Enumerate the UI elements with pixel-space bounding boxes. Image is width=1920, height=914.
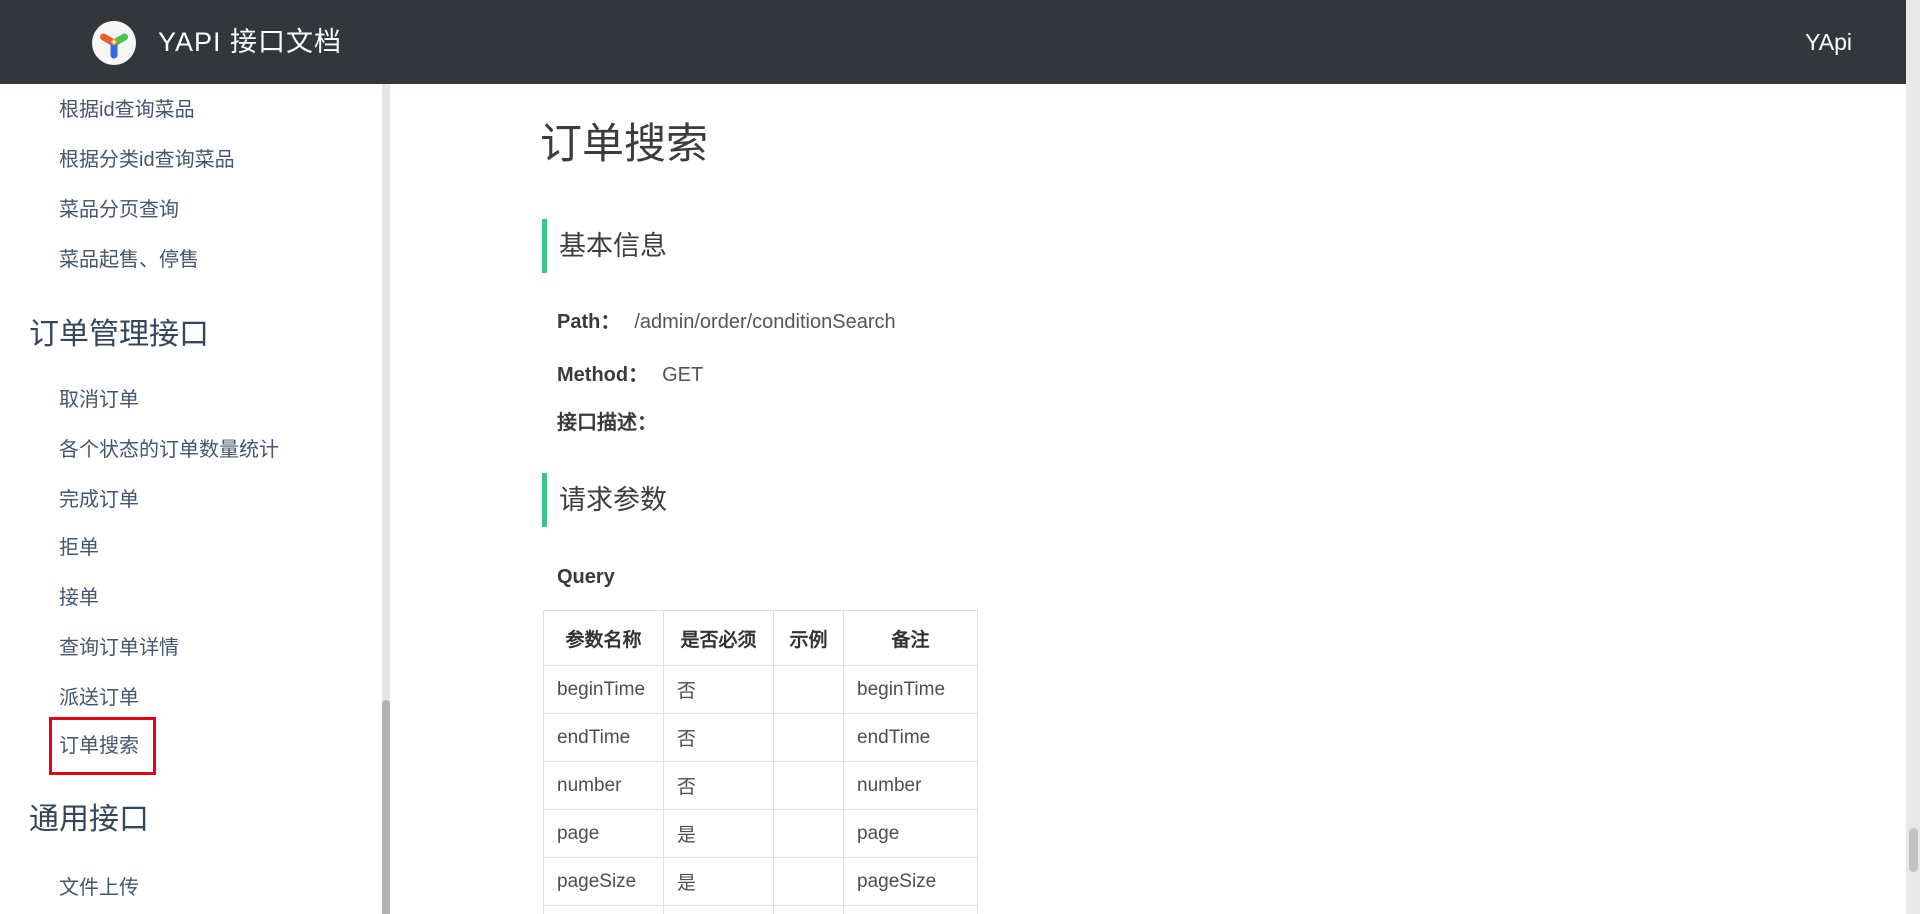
path-value: /admin/order/conditionSearch bbox=[634, 311, 895, 333]
yapi-logo-icon bbox=[92, 21, 136, 65]
window-scrollbar-track[interactable] bbox=[1906, 0, 1920, 914]
sidebar-item-reject-order[interactable]: 拒单 bbox=[59, 534, 99, 562]
cell-remark: endTime bbox=[844, 714, 978, 762]
query-params-table: 参数名称 是否必须 示例 备注 beginTime 否 beginTime en… bbox=[543, 610, 978, 914]
sidebar-item-cancel-order[interactable]: 取消订单 bbox=[59, 386, 139, 414]
cell-param-name: beginTime bbox=[544, 666, 664, 714]
page-title: 订单搜索 bbox=[540, 116, 708, 172]
sidebar-item-dish-start-stop-sale[interactable]: 菜品起售、停售 bbox=[59, 246, 199, 274]
sidebar-nav: 根据id查询菜品 根据分类id查询菜品 菜品分页查询 菜品起售、停售 订单管理接… bbox=[0, 84, 382, 914]
cell-example bbox=[774, 666, 844, 714]
window-scrollbar-thumb[interactable] bbox=[1909, 828, 1918, 872]
path-row: Path： /admin/order/conditionSearch bbox=[557, 309, 896, 335]
sidebar-item-query-dish-by-category[interactable]: 根据分类id查询菜品 bbox=[59, 146, 235, 174]
cell-param-name: endTime bbox=[544, 714, 664, 762]
cell-remark: number bbox=[844, 762, 978, 810]
cell-remark: page bbox=[844, 810, 978, 858]
selected-item-highlight-box bbox=[49, 717, 156, 775]
cell-required: 是 bbox=[664, 858, 774, 906]
table-row: number 否 number bbox=[544, 762, 978, 810]
cell-required: 否 bbox=[664, 762, 774, 810]
sidebar-item-order-status-count[interactable]: 各个状态的订单数量统计 bbox=[59, 436, 279, 464]
sidebar-item-complete-order[interactable]: 完成订单 bbox=[59, 486, 139, 514]
cell-param-name: pageSize bbox=[544, 858, 664, 906]
cell-example bbox=[774, 858, 844, 906]
cell-required: 是 bbox=[664, 810, 774, 858]
table-row: beginTime 否 beginTime bbox=[544, 666, 978, 714]
sidebar-group-order-management[interactable]: 订单管理接口 bbox=[29, 315, 209, 355]
sidebar-group-common[interactable]: 通用接口 bbox=[29, 800, 149, 840]
cell-example bbox=[774, 762, 844, 810]
sidebar-item-file-upload[interactable]: 文件上传 bbox=[59, 874, 139, 902]
table-row: pageSize 是 pageSize bbox=[544, 858, 978, 906]
table-row: page 是 page bbox=[544, 810, 978, 858]
query-label: Query bbox=[557, 564, 615, 590]
method-value: GET bbox=[662, 364, 703, 386]
path-label: Path： bbox=[557, 311, 620, 333]
sidebar-item-dish-page-query[interactable]: 菜品分页查询 bbox=[59, 196, 179, 224]
app-title: YAPI 接口文档 bbox=[158, 0, 342, 84]
section-heading-request-params: 请求参数 bbox=[542, 473, 667, 527]
method-label: Method： bbox=[557, 364, 648, 386]
section-heading-basic-info: 基本信息 bbox=[542, 219, 667, 273]
sidebar-item-query-dish-by-id[interactable]: 根据id查询菜品 bbox=[59, 96, 195, 124]
table-row: endTime 否 endTime bbox=[544, 714, 978, 762]
sidebar-item-deliver-order[interactable]: 派送订单 bbox=[59, 684, 139, 712]
col-header-required: 是否必须 bbox=[664, 611, 774, 666]
description-row: 接口描述： bbox=[557, 410, 657, 436]
app-header: YAPI 接口文档 YApi bbox=[0, 0, 1906, 84]
description-label: 接口描述： bbox=[557, 412, 657, 434]
cell-required: 否 bbox=[664, 666, 774, 714]
yapi-home-link[interactable]: YApi bbox=[1805, 0, 1852, 84]
cell-example bbox=[774, 810, 844, 858]
cell-example bbox=[774, 714, 844, 762]
col-header-param-name: 参数名称 bbox=[544, 611, 664, 666]
table-row-partial bbox=[544, 906, 978, 914]
sidebar-item-accept-order[interactable]: 接单 bbox=[59, 584, 99, 612]
method-row: Method： GET bbox=[557, 362, 703, 388]
cell-remark: beginTime bbox=[844, 666, 978, 714]
col-header-remark: 备注 bbox=[844, 611, 978, 666]
cell-param-name: number bbox=[544, 762, 664, 810]
cell-param-name: page bbox=[544, 810, 664, 858]
col-header-example: 示例 bbox=[774, 611, 844, 666]
cell-remark: pageSize bbox=[844, 858, 978, 906]
cell-required: 否 bbox=[664, 714, 774, 762]
table-header-row: 参数名称 是否必须 示例 备注 bbox=[544, 611, 978, 666]
sidebar-item-order-detail[interactable]: 查询订单详情 bbox=[59, 634, 179, 662]
sidebar-scrollbar-thumb[interactable] bbox=[382, 700, 390, 914]
